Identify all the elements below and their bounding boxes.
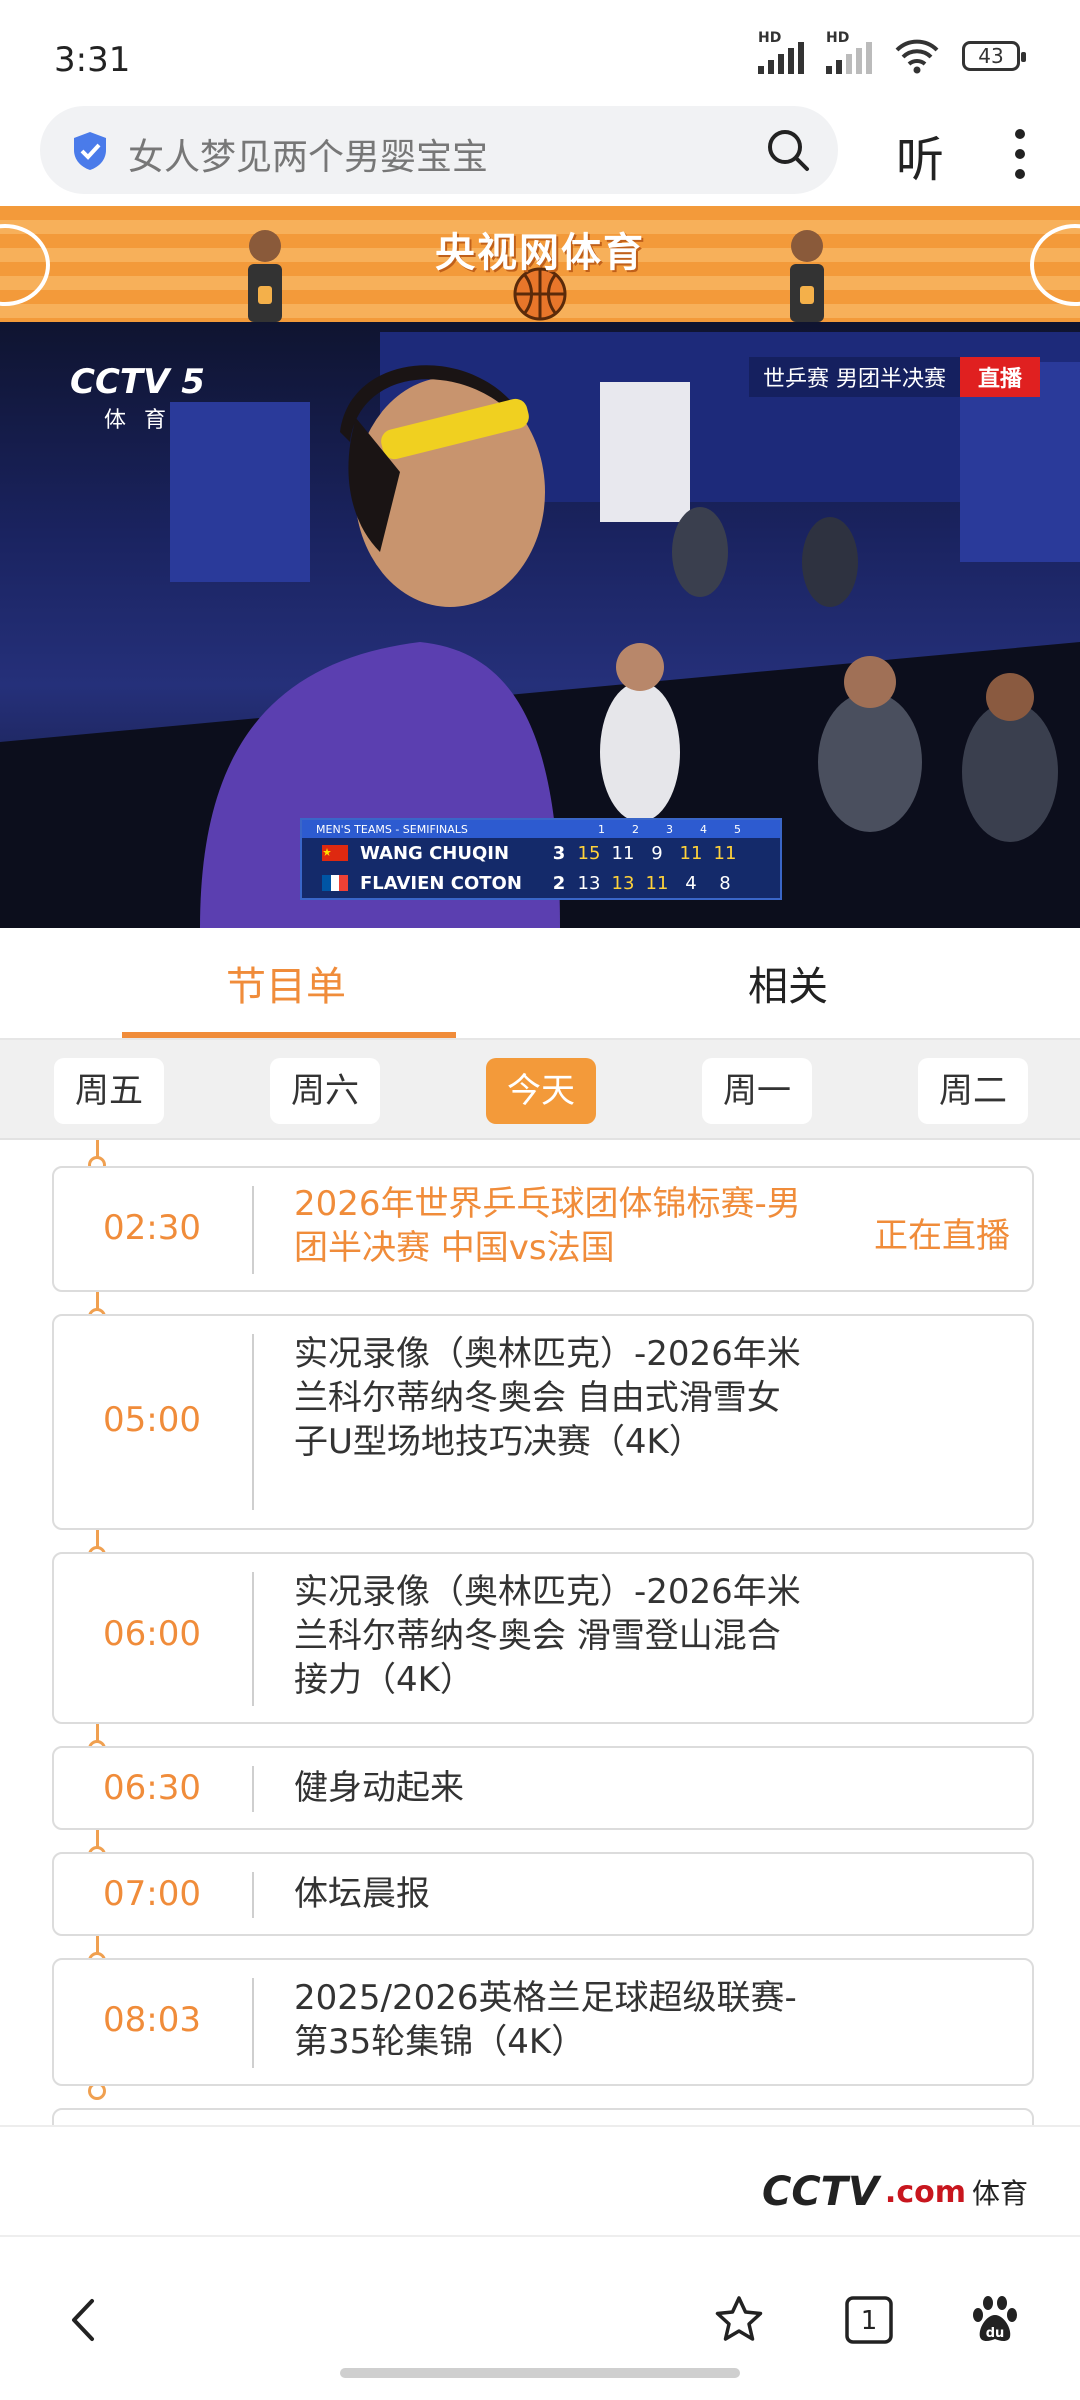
program-time: 07:00: [103, 1874, 201, 1914]
program-item[interactable]: 02:30 2026年世界乒乓球团体锦标赛-男团半决赛 中国vs法国 正在直播: [52, 1166, 1034, 1292]
live-tag: 世乒赛 男团半决赛 直播: [748, 357, 1040, 397]
program-item[interactable]: 05:00 实况录像（奥林匹克）-2026年米兰科尔蒂纳冬奥会 自由式滑雪女子U…: [52, 1314, 1034, 1530]
search-input[interactable]: 女人梦见两个男婴宝宝: [128, 128, 488, 180]
video-player[interactable]: CCTV 5 体育 世乒赛 男团半决赛 直播 MEN'S TEAMS - SEM…: [0, 322, 1080, 928]
tab-schedule[interactable]: 节目单: [226, 954, 346, 1012]
day-today[interactable]: 今天: [486, 1058, 596, 1124]
wifi-icon: [895, 39, 939, 74]
program-time: 08:03: [103, 2000, 201, 2040]
live-badge: 直播: [959, 357, 1040, 397]
program-time: 05:00: [103, 1400, 201, 1440]
program-time: 02:30: [103, 1208, 201, 1248]
cctv5-logo: CCTV 5: [70, 362, 205, 402]
signal-icon: HD: [758, 30, 804, 74]
browser-search-row: 女人梦见两个男婴宝宝 听: [0, 106, 1080, 200]
shield-icon: [74, 132, 106, 170]
live-status: 正在直播: [874, 1216, 1010, 1256]
sports-banner: 央视网体育: [0, 206, 1080, 322]
page-footer: CCTV .com 体育: [0, 2125, 1080, 2235]
tab-underline: [122, 1032, 456, 1038]
program-item[interactable]: 06:00 实况录像（奥林匹克）-2026年米兰科尔蒂纳冬奥会 滑雪登山混合接力…: [52, 1552, 1034, 1724]
scoreboard-header: MEN'S TEAMS - SEMIFINALS 1 2 3 4 5: [302, 820, 780, 838]
program-title: 2025/2026英格兰足球超级联赛-第35轮集锦（4K）: [294, 1978, 797, 2062]
program-item-partial[interactable]: [52, 2108, 1034, 2125]
event-tag: 世乒赛 男团半决赛: [748, 357, 960, 397]
program-time: 06:00: [103, 1614, 201, 1654]
search-icon[interactable]: [764, 126, 812, 174]
tabs-count-icon[interactable]: 1: [842, 2293, 896, 2347]
signal-icon-2: HD: [826, 30, 872, 74]
baidu-paw-icon[interactable]: du: [968, 2293, 1022, 2347]
status-time: 3:31: [54, 40, 131, 80]
day-selector: 周五 周六 今天 周一 周二: [0, 1040, 1080, 1140]
program-time: 06:30: [103, 1768, 201, 1808]
france-flag-icon: [322, 875, 348, 891]
svg-text:1: 1: [861, 2306, 878, 2336]
status-bar: 3:31 HD HD 43: [0, 0, 1080, 110]
day-tuesday[interactable]: 周二: [918, 1058, 1028, 1124]
day-monday[interactable]: 周一: [702, 1058, 812, 1124]
status-icons: HD HD 43: [758, 30, 1026, 74]
more-icon[interactable]: [1010, 124, 1030, 184]
program-list: 02:30 2026年世界乒乓球团体锦标赛-男团半决赛 中国vs法国 正在直播 …: [0, 1140, 1080, 2125]
listen-button[interactable]: 听: [896, 120, 944, 190]
banner-title: 央视网体育: [435, 230, 645, 276]
program-title: 2026年世界乒乓球团体锦标赛-男团半决赛 中国vs法国: [294, 1184, 801, 1268]
scoreboard: MEN'S TEAMS - SEMIFINALS 1 2 3 4 5 WANG …: [300, 818, 782, 900]
program-item[interactable]: 06:30 健身动起来: [52, 1746, 1034, 1830]
star-icon[interactable]: [712, 2293, 766, 2347]
battery-icon: 43: [962, 41, 1026, 71]
program-title: 实况录像（奥林匹克）-2026年米兰科尔蒂纳冬奥会 自由式滑雪女子U型场地技巧决…: [294, 1334, 801, 1462]
channel-sub-label: 体育: [104, 408, 185, 433]
content-tabs: 节目单 相关: [0, 928, 1080, 1040]
scoreboard-row: WANG CHUQIN 3 15 11 9 11 11: [302, 838, 780, 868]
svg-text:du: du: [986, 2326, 1005, 2341]
search-box[interactable]: 女人梦见两个男婴宝宝: [40, 106, 838, 194]
day-friday[interactable]: 周五: [54, 1058, 164, 1124]
china-flag-icon: [322, 845, 348, 861]
home-indicator[interactable]: [340, 2368, 740, 2378]
program-item[interactable]: 07:00 体坛晨报: [52, 1852, 1034, 1936]
program-title: 健身动起来: [294, 1768, 464, 1808]
cctv-com-logo: CCTV .com 体育: [761, 2169, 1028, 2215]
tab-related[interactable]: 相关: [748, 954, 828, 1012]
program-item[interactable]: 08:03 2025/2026英格兰足球超级联赛-第35轮集锦（4K）: [52, 1958, 1034, 2086]
program-title: 实况录像（奥林匹克）-2026年米兰科尔蒂纳冬奥会 滑雪登山混合接力（4K）: [294, 1572, 801, 1700]
program-title: 体坛晨报: [294, 1874, 430, 1914]
day-saturday[interactable]: 周六: [270, 1058, 380, 1124]
scoreboard-row: FLAVIEN COTON 2 13 13 11 4 8: [302, 868, 780, 898]
back-icon[interactable]: [58, 2293, 112, 2347]
